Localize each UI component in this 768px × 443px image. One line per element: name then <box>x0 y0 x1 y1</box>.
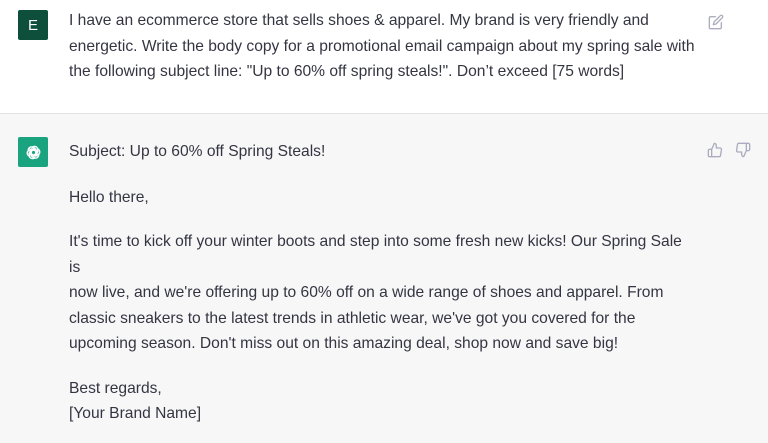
email-body-line: now live, and we're offering up to 60% o… <box>69 284 664 301</box>
thumbs-up-button[interactable] <box>706 141 724 159</box>
thumbs-down-icon <box>735 142 751 158</box>
user-avatar: E <box>18 10 48 40</box>
openai-logo-icon <box>26 145 40 159</box>
email-signature: [Your Brand Name] <box>69 405 202 422</box>
user-message-line: I have an ecommerce store that sells sho… <box>69 12 649 29</box>
assistant-message: Subject: Up to 60% off Spring Steals! He… <box>0 114 768 443</box>
edit-pencil-icon <box>708 14 724 30</box>
thumbs-up-icon <box>707 142 723 158</box>
email-body-line: upcoming season. Don't miss out on this … <box>69 335 619 352</box>
email-body-line: classic sneakers to the latest trends in… <box>69 309 636 327</box>
edit-message-button[interactable] <box>707 13 725 31</box>
email-body: It's time to kick off your winter boots … <box>69 229 697 357</box>
user-message-text: I have an ecommerce store that sells sho… <box>69 8 697 85</box>
email-body-line: It's time to kick off your winter boots … <box>69 233 682 276</box>
assistant-message-text: Subject: Up to 60% off Spring Steals! He… <box>69 139 697 427</box>
user-message: E I have an ecommerce store that sells s… <box>0 0 768 114</box>
thumbs-down-button[interactable] <box>734 141 752 159</box>
email-greeting: Hello there, <box>69 188 149 206</box>
email-subject: Subject: Up to 60% off Spring Steals! <box>69 143 326 160</box>
chat-thread: E I have an ecommerce store that sells s… <box>0 0 768 443</box>
user-avatar-letter: E <box>27 16 38 34</box>
user-message-line: the following subject line: "Up to 60% o… <box>69 63 625 80</box>
email-signoff: Best regards, <box>69 379 162 397</box>
assistant-avatar <box>18 137 48 167</box>
user-message-line: energetic. Write the body copy for a pro… <box>69 37 695 55</box>
